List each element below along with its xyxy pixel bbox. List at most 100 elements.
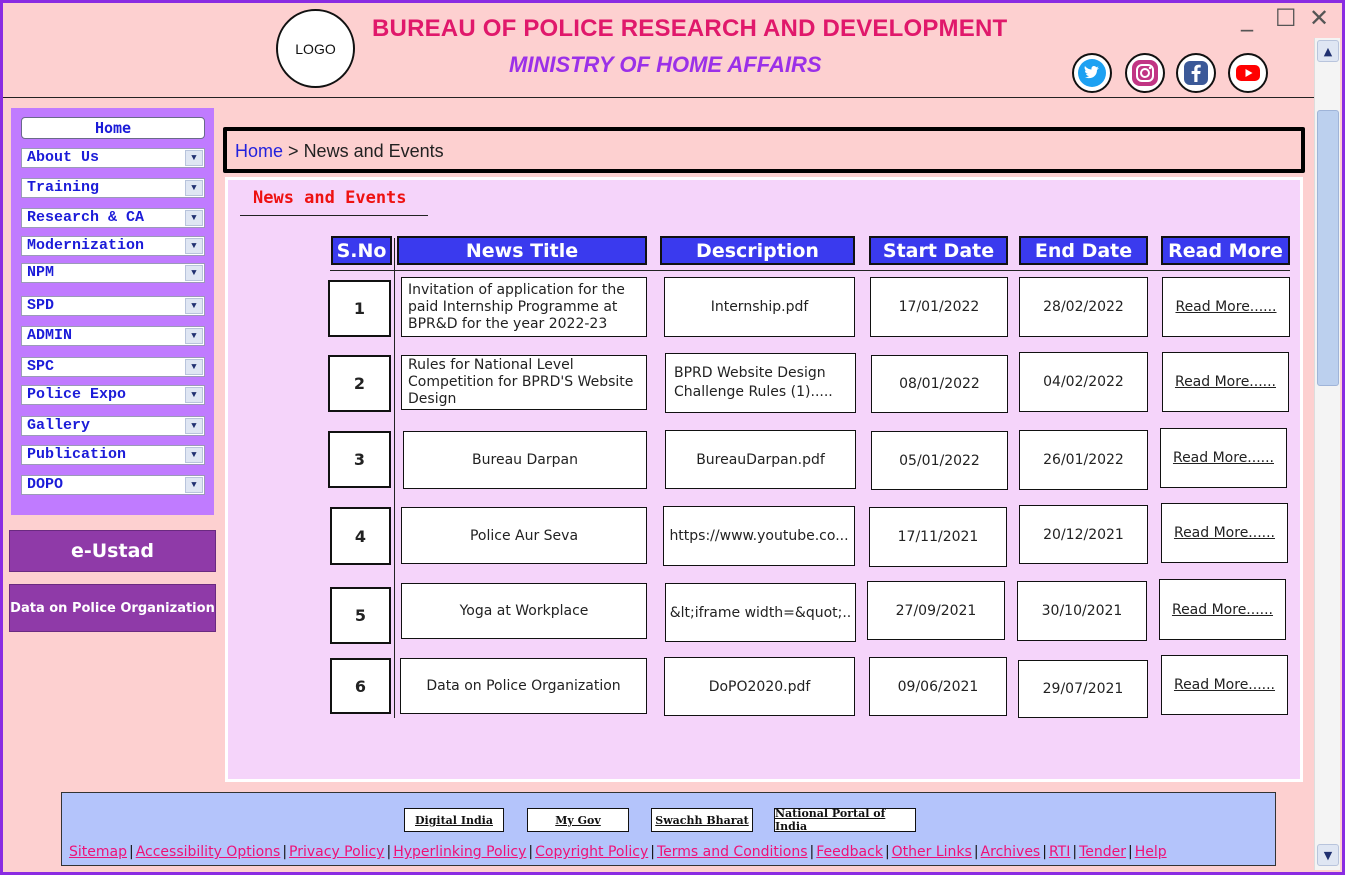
chevron-down-icon[interactable]: ▼ [185,298,203,314]
table-row-description[interactable]: &lt;iframe width=&quot;.. [665,583,856,642]
youtube-icon[interactable] [1228,53,1268,93]
column-header-end-date: End Date [1019,236,1148,265]
sidebar-item-about-us[interactable]: About Us ▼ [21,148,205,168]
footer-link-sitemap[interactable]: Sitemap [69,844,127,860]
minimize-icon[interactable]: _ [1241,6,1253,30]
footer-link-other-links[interactable]: Other Links [892,844,972,860]
sidebar-item-label: Modernization [27,237,145,254]
sidebar-item-publication[interactable]: Publication ▼ [21,445,205,465]
chevron-down-icon[interactable]: ▼ [185,210,203,226]
table-row-start-date: 05/01/2022 [871,431,1008,490]
sidebar-item-spc[interactable]: SPC ▼ [21,357,205,377]
sidebar-item-label: ADMIN [27,327,73,344]
vertical-scrollbar[interactable]: ▲ ▼ [1314,38,1340,870]
sidebar-item-training[interactable]: Training ▼ [21,178,205,198]
sidebar-item-dopo[interactable]: DOPO ▼ [21,475,205,495]
scroll-down-icon[interactable]: ▼ [1317,844,1339,866]
table-row-end-date: 04/02/2022 [1019,352,1148,412]
chevron-down-icon[interactable]: ▼ [185,328,203,344]
sidebar-item-label: Research & CA [27,209,145,226]
sidebar-item-police-expo[interactable]: Police Expo ▼ [21,385,205,405]
chevron-down-icon[interactable]: ▼ [185,150,203,166]
table-row-description[interactable]: BureauDarpan.pdf [665,430,856,489]
footer-link-help[interactable]: Help [1135,844,1167,860]
table-row-sno: 3 [328,431,391,488]
footer-link-terms[interactable]: Terms and Conditions [657,844,808,860]
sidebar-item-label: Training [27,179,100,196]
footer-link-tender[interactable]: Tender [1079,844,1126,860]
column-header-news-title: News Title [397,236,647,265]
footer-link-accessibility[interactable]: Accessibility Options [136,844,281,860]
section-underline [240,215,428,216]
footer-links: Sitemap | Accessibility Options | Privacy Po… [69,844,1167,860]
table-row-description[interactable]: DoPO2020.pdf [664,657,855,716]
section-title: News and Events [253,188,407,208]
instagram-icon[interactable] [1125,53,1165,93]
chevron-down-icon[interactable]: ▼ [185,238,203,254]
data-on-police-organization-button[interactable]: Data on Police Organization [9,584,216,632]
table-row-read-more-link[interactable]: Read More...... [1161,655,1288,715]
column-header-start-date: Start Date [869,236,1008,265]
table-row-end-date: 30/10/2021 [1017,581,1147,641]
scroll-thumb[interactable] [1317,110,1339,386]
footer-link-feedback[interactable]: Feedback [816,844,883,860]
table-row-description[interactable]: BPRD Website Design Challenge Rules (1).… [665,353,856,413]
table-row-read-more-link[interactable]: Read More...... [1159,579,1286,640]
sidebar-item-label: About Us [27,149,100,166]
digital-india-button[interactable]: Digital India [404,808,504,832]
sidebar-item-label: NPM [27,264,55,281]
chevron-down-icon[interactable]: ▼ [185,447,203,463]
table-row-end-date: 20/12/2021 [1019,505,1148,564]
footer-link-hyperlinking-policy[interactable]: Hyperlinking Policy [393,844,526,860]
twitter-icon[interactable] [1072,53,1112,93]
facebook-icon[interactable] [1176,53,1216,93]
chevron-down-icon[interactable]: ▼ [185,477,203,493]
column-header-read-more: Read More [1161,236,1290,265]
table-row-title: Bureau Darpan [403,431,647,489]
chevron-down-icon[interactable]: ▼ [185,418,203,434]
table-row-start-date: 09/06/2021 [869,657,1007,716]
sidebar-item-research-ca[interactable]: Research & CA ▼ [21,208,205,228]
table-column-divider [394,238,395,718]
maximize-icon[interactable]: ☐ [1275,6,1297,30]
sidebar-item-gallery[interactable]: Gallery ▼ [21,416,205,436]
chevron-down-icon[interactable]: ▼ [185,387,203,403]
sidebar-item-npm[interactable]: NPM ▼ [21,263,205,283]
footer-link-copyright-policy[interactable]: Copyright Policy [535,844,648,860]
sidebar-item-modernization[interactable]: Modernization ▼ [21,236,205,256]
table-row-read-more-link[interactable]: Read More...... [1161,503,1288,563]
my-gov-button[interactable]: My Gov [527,808,629,832]
table-row-sno: 1 [328,280,391,337]
sidebar-item-admin[interactable]: ADMIN ▼ [21,326,205,346]
national-portal-button[interactable]: National Portal of India [774,807,916,833]
sidebar-item-label: Gallery [27,417,91,434]
chevron-down-icon[interactable]: ▼ [185,265,203,281]
sidebar-item-label: SPD [27,297,55,314]
sidebar-item-label: Publication [27,446,127,463]
table-row-end-date: 29/07/2021 [1018,660,1148,718]
footer-link-archives[interactable]: Archives [981,844,1041,860]
chevron-down-icon[interactable]: ▼ [185,359,203,375]
footer-link-privacy-policy[interactable]: Privacy Policy [289,844,384,860]
table-row-read-more-link[interactable]: Read More...... [1162,277,1290,337]
chevron-down-icon[interactable]: ▼ [185,180,203,196]
table-row-start-date: 27/09/2021 [867,581,1005,640]
sidebar-item-label: SPC [27,358,55,375]
close-icon[interactable]: ✕ [1309,6,1329,30]
sidebar-item-spd[interactable]: SPD ▼ [21,296,205,316]
table-row-start-date: 08/01/2022 [871,355,1008,413]
table-row-title: Invitation of application for the paid I… [401,277,647,337]
breadcrumb-home-link[interactable]: Home [235,141,283,161]
column-header-description: Description [660,236,855,265]
sidebar-home-button[interactable]: Home [21,117,205,139]
table-row-read-more-link[interactable]: Read More...... [1160,428,1287,488]
breadcrumb: Home > News and Events [223,127,1305,173]
table-row-read-more-link[interactable]: Read More...... [1162,352,1289,412]
table-row-description[interactable]: https://www.youtube.co... [663,506,855,566]
footer-link-rti[interactable]: RTI [1049,844,1070,860]
e-ustad-button[interactable]: e-Ustad [9,530,216,572]
scroll-up-icon[interactable]: ▲ [1317,40,1339,62]
swachh-bharat-button[interactable]: Swachh Bharat [651,808,753,832]
page-title: BUREAU OF POLICE RESEARCH AND DEVELOPMEN… [372,15,1008,42]
table-row-description[interactable]: Internship.pdf [664,277,855,337]
